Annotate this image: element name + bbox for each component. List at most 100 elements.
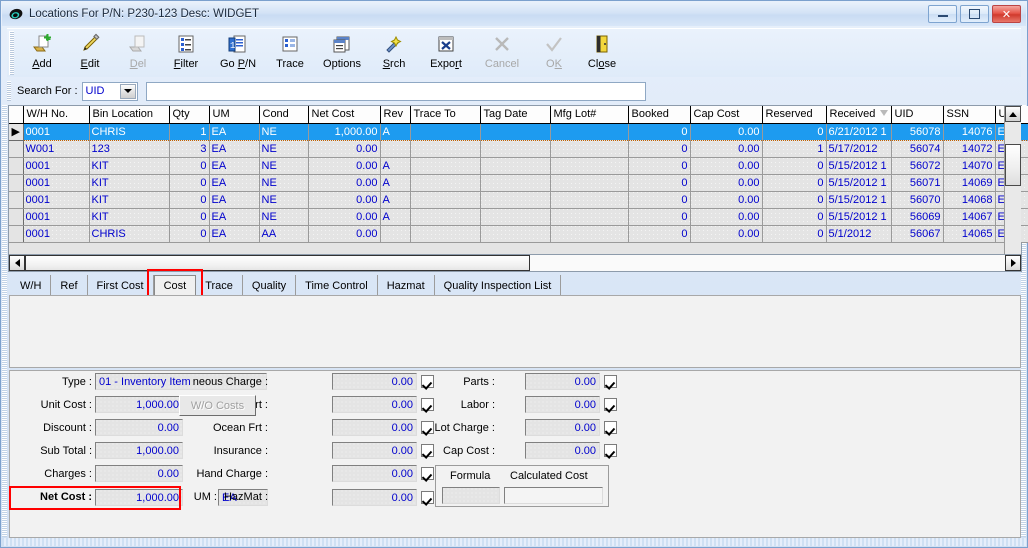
col-header-tagdate[interactable]: Tag Date <box>480 106 551 124</box>
cell-rev: A <box>380 191 411 209</box>
checkbox-cap-cost[interactable] <box>604 444 617 457</box>
col-header-wh[interactable]: W/H No. <box>23 106 90 124</box>
field-formula[interactable] <box>442 487 500 504</box>
tab-quality-inspection-list[interactable]: Quality Inspection List <box>435 275 562 296</box>
col-header-ssn[interactable]: SSN <box>943 106 996 124</box>
field-calculated-cost[interactable] <box>504 487 603 504</box>
toolbar-button-add[interactable]: Add <box>18 29 66 75</box>
cell-cond: NE <box>259 174 309 192</box>
field-cap-cost[interactable]: 0.00 <box>525 442 600 459</box>
tab-quality[interactable]: Quality <box>243 275 297 296</box>
field-unit-cost[interactable]: 1,000.00 <box>95 396 183 413</box>
search-field-combo[interactable]: UID <box>81 81 138 101</box>
toolbar-button-srch[interactable]: Srch <box>370 29 418 75</box>
toolbar-button-close[interactable]: Close <box>578 29 626 75</box>
close-button[interactable]: ✕ <box>992 5 1021 23</box>
col-header-bin[interactable]: Bin Location <box>89 106 170 124</box>
checkbox-hand-charge[interactable] <box>421 467 434 480</box>
col-header-traceto[interactable]: Trace To <box>410 106 481 124</box>
col-header-rev[interactable]: Rev <box>380 106 411 124</box>
field-hazmat[interactable]: 0.00 <box>332 489 417 506</box>
field-hand-charge[interactable]: 0.00 <box>332 465 417 482</box>
field-labor[interactable]: 0.00 <box>525 396 600 413</box>
cell-received: 5/17/2012 <box>826 140 892 158</box>
toolbar-label-add: Add <box>32 58 52 70</box>
cell-bin: KIT <box>89 174 170 192</box>
field-lot-charge[interactable]: 0.00 <box>525 419 600 436</box>
minimize-button[interactable] <box>928 5 957 23</box>
col-header-qty[interactable]: Qty <box>169 106 210 124</box>
toolbar-button-go-pn[interactable]: 1 Go P/N <box>210 29 266 75</box>
toolbar-button-del[interactable]: Del <box>114 29 162 75</box>
cell-wh: 0001 <box>23 225 90 243</box>
checkbox-hazmat[interactable] <box>421 491 434 504</box>
cell-tagdate <box>480 140 551 158</box>
tab-cost[interactable]: Cost <box>153 275 197 296</box>
grid-horizontal-scrollbar[interactable] <box>8 254 1022 272</box>
window-buttons: ✕ <box>928 5 1021 23</box>
col-header-mfglot[interactable]: Mfg Lot# <box>550 106 629 124</box>
table-row[interactable]: 0001 KIT 0 EA NE 0.00 A 0 0.00 0 5/15/20… <box>9 174 1028 192</box>
table-row[interactable]: ▶ 0001 CHRIS 1 EA NE 1,000.00 A 0 0.00 0… <box>9 122 1028 141</box>
field-insurance[interactable]: 0.00 <box>332 442 417 459</box>
toolbar-button-options[interactable]: Options <box>314 29 370 75</box>
cell-bin: KIT <box>89 208 170 226</box>
scroll-left-button[interactable] <box>9 255 25 271</box>
row-marker <box>9 191 24 209</box>
table-row[interactable]: 0001 CHRIS 0 EA AA 0.00 0 0.00 0 5/1/201… <box>9 225 1028 243</box>
chevron-down-icon[interactable] <box>119 83 136 99</box>
scroll-right-button[interactable] <box>1005 255 1021 271</box>
checkbox-parts[interactable] <box>604 375 617 388</box>
cell-booked: 0 <box>628 157 691 175</box>
tab-wh[interactable]: W/H <box>11 275 52 296</box>
toolbar-button-cancel[interactable]: Cancel <box>474 29 530 75</box>
tab-hazmat[interactable]: Hazmat <box>378 275 435 296</box>
horizontal-scroll-track[interactable] <box>25 255 1005 271</box>
field-misc-charge[interactable]: 0.00 <box>332 373 417 390</box>
label-hazmat: HazMat : <box>223 491 268 503</box>
scroll-up-button[interactable] <box>1005 106 1021 122</box>
tab-first-cost[interactable]: First Cost <box>88 275 154 296</box>
field-discount[interactable]: 0.00 <box>95 419 183 436</box>
col-header-um[interactable]: UM <box>209 106 260 124</box>
col-header-reserved[interactable]: Reserved <box>762 106 827 124</box>
col-header-netcost[interactable]: Net Cost <box>308 106 381 124</box>
field-net-cost[interactable]: 1,000.00 <box>95 489 183 506</box>
field-ocean-frt[interactable]: 0.00 <box>332 419 417 436</box>
table-row[interactable]: 0001 KIT 0 EA NE 0.00 A 0 0.00 0 5/15/20… <box>9 191 1028 209</box>
field-sub-total[interactable]: 1,000.00 <box>95 442 183 459</box>
toolbar-button-export[interactable]: Export <box>418 29 474 75</box>
col-header-received[interactable]: Received <box>826 106 892 124</box>
toolbar-button-filter[interactable]: Filter <box>162 29 210 75</box>
label-insurance: Insurance : <box>213 445 268 457</box>
table-row[interactable]: 0001 KIT 0 EA NE 0.00 A 0 0.00 0 5/15/20… <box>9 157 1028 175</box>
tab-ref[interactable]: Ref <box>51 275 88 296</box>
toolbar-grip[interactable] <box>9 31 14 75</box>
toolbar-button-ok[interactable]: OK <box>530 29 578 75</box>
cell-received: 6/21/2012 1 <box>826 122 892 141</box>
table-row[interactable]: 0001 KIT 0 EA NE 0.00 A 0 0.00 0 5/15/20… <box>9 208 1028 226</box>
search-input[interactable] <box>145 81 646 101</box>
toolbar-button-edit[interactable]: Edit <box>66 29 114 75</box>
col-header-booked[interactable]: Booked <box>628 106 691 124</box>
maximize-button[interactable] <box>960 5 989 23</box>
search-bar-grip[interactable] <box>7 81 11 101</box>
horizontal-scroll-thumb[interactable] <box>25 255 530 271</box>
field-charges[interactable]: 0.00 <box>95 465 183 482</box>
checkbox-lot-charge[interactable] <box>604 421 617 434</box>
wo-costs-button[interactable]: W/O Costs <box>179 395 256 416</box>
tab-time-control[interactable]: Time Control <box>296 275 378 296</box>
grid-vertical-scrollbar[interactable] <box>1004 106 1021 271</box>
field-air-frt[interactable]: 0.00 <box>332 396 417 413</box>
checkbox-labor[interactable] <box>604 398 617 411</box>
field-parts[interactable]: 0.00 <box>525 373 600 390</box>
cell-qty: 0 <box>169 225 210 243</box>
cell-bin: KIT <box>89 157 170 175</box>
col-header-uid[interactable]: UID <box>891 106 944 124</box>
tab-trace[interactable]: Trace <box>196 275 243 296</box>
table-row[interactable]: W001 123 3 EA NE 0.00 0 0.00 1 5/17/2012… <box>9 140 1028 158</box>
col-header-capcost[interactable]: Cap Cost <box>690 106 763 124</box>
col-header-cond[interactable]: Cond <box>259 106 309 124</box>
toolbar-button-trace[interactable]: Trace <box>266 29 314 75</box>
vertical-scroll-thumb[interactable] <box>1005 144 1021 186</box>
